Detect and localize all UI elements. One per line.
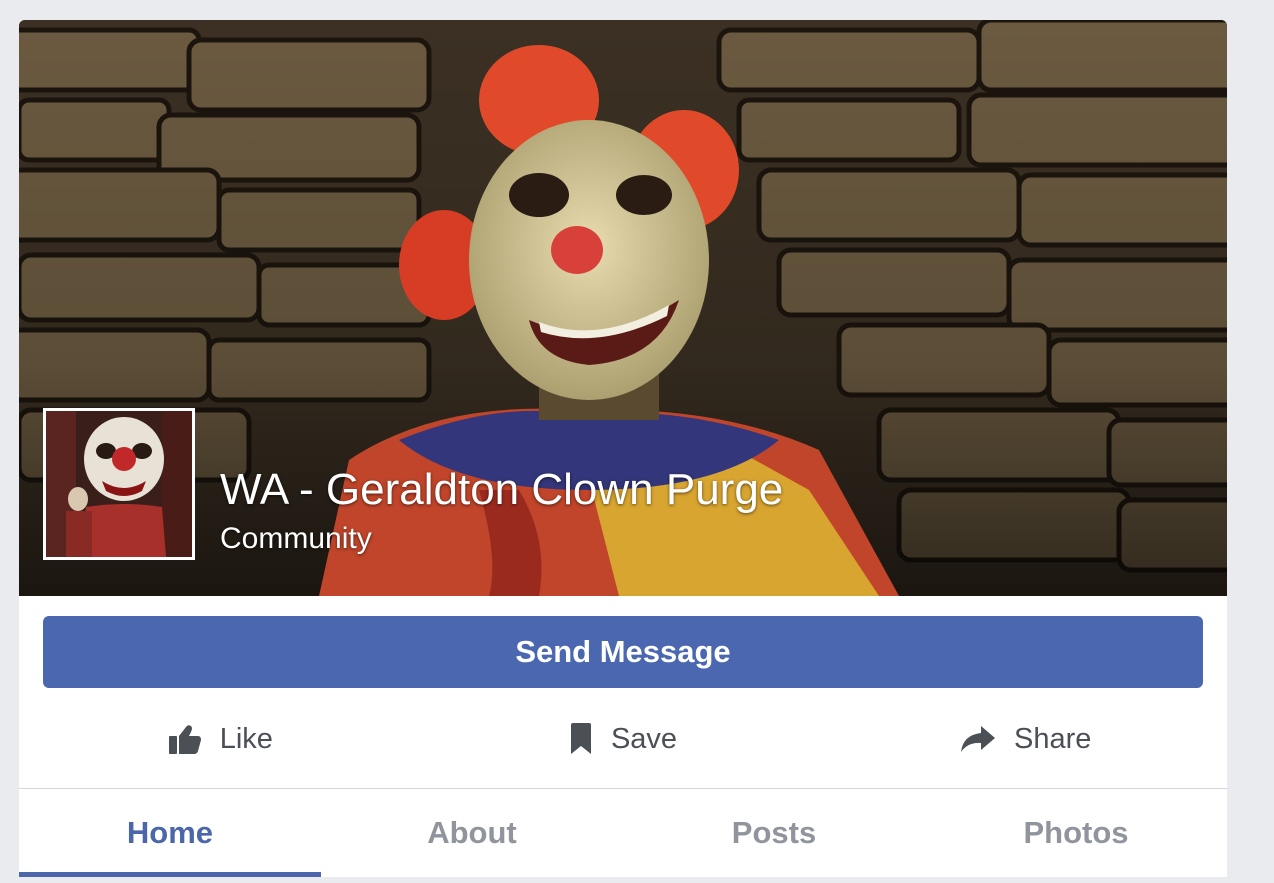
bookmark-icon <box>569 723 593 755</box>
cover-photo[interactable]: WA - Geraldton Clown Purge Community <box>19 20 1227 596</box>
send-message-button[interactable]: Send Message <box>43 616 1203 688</box>
share-button[interactable]: Share <box>824 690 1227 788</box>
profile-picture[interactable] <box>43 408 195 560</box>
thumbs-up-icon <box>168 723 202 755</box>
page-header-card: WA - Geraldton Clown Purge Community Sen… <box>19 20 1227 877</box>
save-button[interactable]: Save <box>422 690 825 788</box>
tab-posts[interactable]: Posts <box>623 789 925 877</box>
like-button[interactable]: Like <box>19 690 422 788</box>
tab-about[interactable]: About <box>321 789 623 877</box>
page-title: WA - Geraldton Clown Purge <box>220 465 784 514</box>
like-label: Like <box>219 722 273 755</box>
tab-home[interactable]: Home <box>19 789 321 877</box>
save-label: Save <box>610 722 678 755</box>
page-category: Community <box>220 522 372 555</box>
action-bar: Like Save Share <box>19 690 1227 788</box>
page-tabs: Home About Posts Photos <box>19 789 1227 877</box>
profile-image <box>46 411 192 557</box>
tab-photos[interactable]: Photos <box>925 789 1227 877</box>
share-label: Share <box>1013 722 1092 755</box>
share-arrow-icon <box>960 725 996 753</box>
